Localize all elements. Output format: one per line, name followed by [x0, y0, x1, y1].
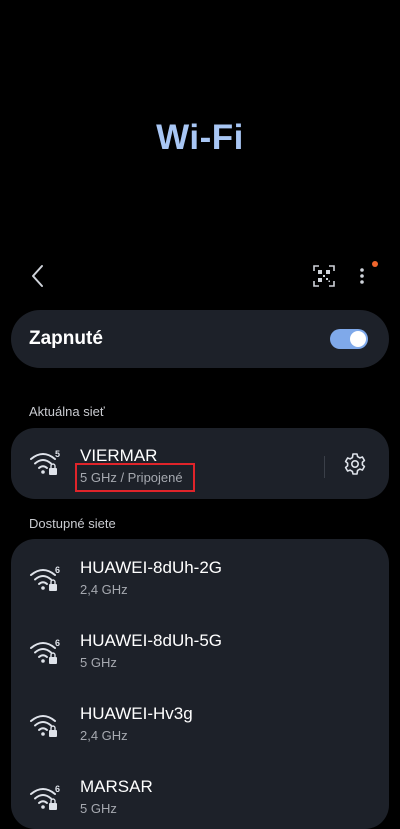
wifi-generation-label: 5: [55, 449, 60, 459]
more-vertical-icon: [360, 268, 364, 284]
qr-scan-icon: [313, 265, 335, 287]
wifi-generation-label: 6: [55, 784, 60, 794]
wifi-signal-icon: 5: [30, 449, 60, 475]
toolbar: [0, 258, 400, 294]
back-button[interactable]: [24, 262, 52, 290]
network-item[interactable]: 6 HUAWEI-8dUh-2G 2,4 GHz: [11, 544, 389, 608]
available-networks-card: 6 HUAWEI-8dUh-2G 2,4 GHz 6 HUAWEI-8dUh-5…: [11, 539, 389, 829]
network-name: MARSAR: [80, 777, 153, 796]
current-network-row[interactable]: 5 VIERMAR 5 GHz / Pripojené: [11, 431, 389, 495]
switch-knob: [350, 331, 366, 347]
status-highlight-box: [75, 463, 195, 492]
wifi-switch[interactable]: [330, 329, 368, 349]
current-network-header: Aktuálna sieť: [29, 404, 105, 419]
wifi-signal-icon: 6: [30, 638, 60, 664]
network-item[interactable]: 6 MARSAR 5 GHz: [11, 763, 389, 827]
network-name: HUAWEI-Hv3g: [80, 704, 193, 723]
wifi-generation-label: 6: [55, 565, 60, 575]
wifi-signal-icon: [30, 715, 57, 737]
back-arrow-icon: [32, 265, 43, 287]
network-band: 2,4 GHz: [80, 582, 128, 597]
network-name: HUAWEI-8dUh-5G: [80, 631, 223, 650]
network-item[interactable]: HUAWEI-Hv3g 2,4 GHz: [11, 690, 389, 754]
network-settings-button[interactable]: [343, 452, 367, 476]
gear-icon: [344, 453, 366, 475]
wifi-generation-label: 6: [55, 638, 60, 648]
wifi-signal-icon: 6: [30, 565, 60, 591]
more-options-button[interactable]: [350, 262, 374, 290]
notification-dot: [372, 261, 378, 267]
qr-scan-button[interactable]: [312, 264, 336, 288]
wifi-toggle-label: Zapnuté: [29, 328, 103, 349]
available-networks-header: Dostupné siete: [29, 516, 116, 531]
network-item[interactable]: 6 HUAWEI-8dUh-5G 5 GHz: [11, 617, 389, 681]
divider: [324, 456, 325, 478]
network-band: 5 GHz: [80, 655, 117, 670]
wifi-signal-icon: 6: [30, 784, 60, 810]
network-band: 2,4 GHz: [80, 728, 128, 743]
page-title: Wi-Fi: [156, 118, 244, 157]
wifi-toggle-row[interactable]: Zapnuté: [11, 310, 389, 368]
current-network-card: 5 VIERMAR 5 GHz / Pripojené: [11, 428, 389, 499]
network-name: HUAWEI-8dUh-2G: [80, 558, 223, 577]
